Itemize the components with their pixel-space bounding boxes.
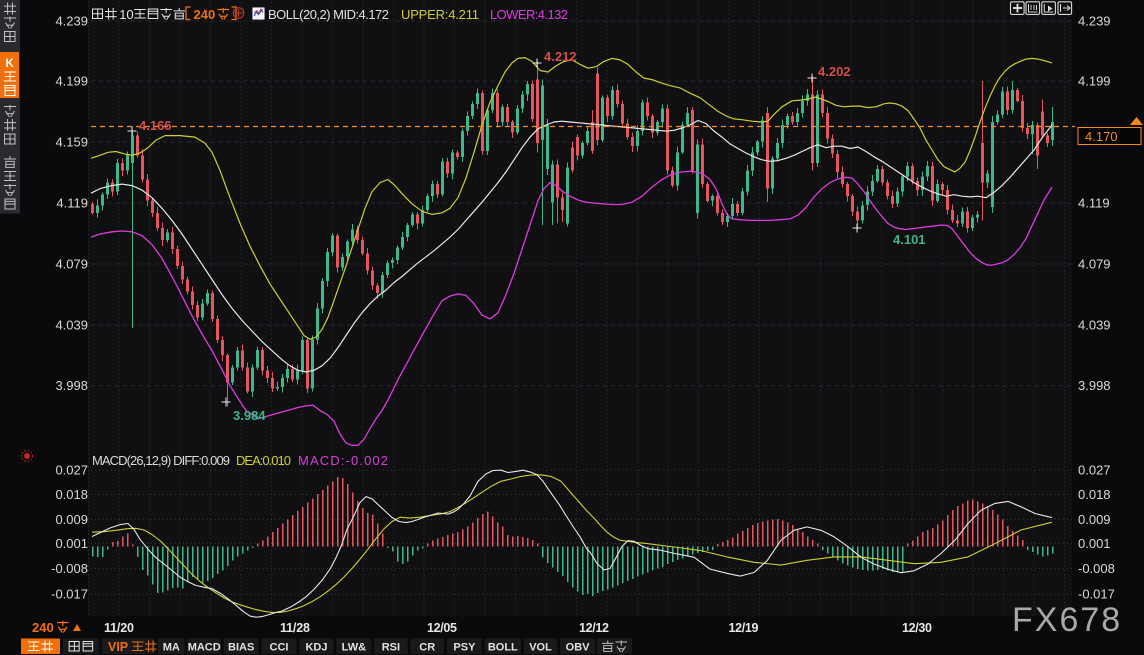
svg-text:CR: CR (419, 642, 435, 654)
svg-text:0.001: 0.001 (55, 536, 88, 551)
svg-text:4.199: 4.199 (1078, 74, 1111, 89)
svg-text:KDJ: KDJ (305, 642, 327, 654)
svg-text:VOL: VOL (529, 642, 552, 654)
svg-text:-0.008: -0.008 (51, 561, 88, 576)
svg-text:3.998: 3.998 (1078, 378, 1111, 393)
svg-text:240: 240 (194, 7, 216, 22)
svg-text:4.079: 4.079 (1078, 257, 1111, 272)
svg-text:BOLL: BOLL (488, 642, 518, 654)
svg-text:RSI: RSI (382, 642, 400, 654)
svg-text:LOWER:4.132: LOWER:4.132 (490, 7, 568, 22)
svg-text:4.239: 4.239 (55, 14, 88, 29)
svg-text:0.027: 0.027 (55, 463, 88, 478)
svg-text:11/28: 11/28 (280, 621, 310, 635)
svg-text:MACD(26,12,9) DIFF:0.009: MACD(26,12,9) DIFF:0.009 (92, 453, 230, 468)
svg-text:FX678: FX678 (1012, 601, 1122, 639)
svg-text:10: 10 (119, 7, 133, 22)
svg-text:12/12: 12/12 (579, 621, 609, 635)
svg-text:4.199: 4.199 (55, 74, 88, 89)
svg-text:MACD: MACD (188, 642, 221, 654)
svg-text:4.119: 4.119 (1078, 196, 1110, 211)
svg-text:4.119: 4.119 (56, 196, 88, 211)
svg-text:12/30: 12/30 (902, 621, 932, 635)
svg-text:BOLL(20,2) MID:4.172: BOLL(20,2) MID:4.172 (268, 7, 389, 22)
svg-text:-0.017: -0.017 (1078, 587, 1115, 602)
svg-text:MA: MA (163, 642, 180, 654)
svg-text:-0.008: -0.008 (1078, 561, 1115, 576)
svg-text:0.009: 0.009 (1078, 512, 1111, 527)
svg-text:0.018: 0.018 (1078, 487, 1111, 502)
svg-text:-0.017: -0.017 (51, 587, 88, 602)
svg-text:DEA:0.010: DEA:0.010 (236, 453, 291, 468)
svg-text:0.001: 0.001 (1078, 536, 1111, 551)
svg-text:4.159: 4.159 (55, 135, 88, 150)
svg-text:11/20: 11/20 (104, 621, 134, 635)
svg-text:4.170: 4.170 (1085, 129, 1118, 144)
svg-text:4.212: 4.212 (544, 49, 577, 64)
svg-text:4.202: 4.202 (818, 64, 851, 79)
svg-text:OBV: OBV (566, 642, 591, 654)
svg-text:4.166: 4.166 (139, 118, 172, 133)
svg-text:0.027: 0.027 (1078, 463, 1111, 478)
svg-text:VIP: VIP (108, 640, 128, 654)
svg-text:MACD:-0.002: MACD:-0.002 (298, 453, 388, 468)
svg-text:0.009: 0.009 (55, 512, 88, 527)
svg-text:PSY: PSY (453, 642, 476, 654)
svg-text:BIAS: BIAS (228, 642, 254, 654)
svg-text:12/19: 12/19 (729, 621, 759, 635)
svg-text:3.998: 3.998 (55, 378, 88, 393)
svg-text:4.039: 4.039 (1078, 318, 1111, 333)
svg-text:LW&: LW& (342, 642, 366, 654)
svg-text:12/05: 12/05 (427, 621, 457, 635)
svg-text:4.101: 4.101 (893, 232, 926, 247)
svg-text:4.239: 4.239 (1078, 14, 1111, 29)
svg-text:4.079: 4.079 (55, 257, 88, 272)
svg-text:240: 240 (32, 620, 54, 635)
svg-text:UPPER:4.211: UPPER:4.211 (401, 7, 479, 22)
svg-text:0.018: 0.018 (55, 487, 88, 502)
svg-text:4.039: 4.039 (55, 318, 88, 333)
svg-text:CCI: CCI (270, 642, 289, 654)
svg-text:3.984: 3.984 (233, 408, 266, 423)
svg-text:K: K (6, 58, 15, 70)
